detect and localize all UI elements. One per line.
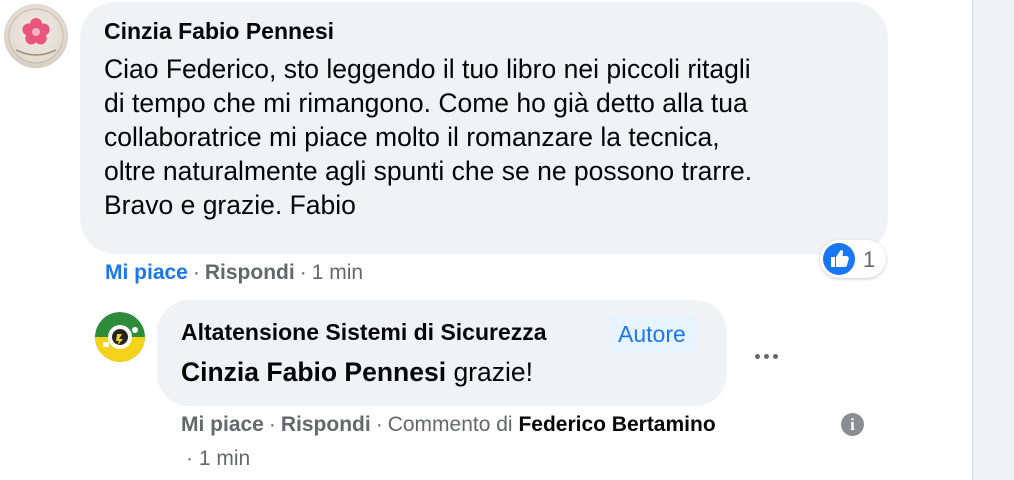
- reply-text: Cinzia Fabio Pennesi grazie!: [181, 357, 533, 388]
- comment-text-line: Ciao Federico, sto leggendo il tuo libro…: [104, 54, 751, 84]
- info-icon[interactable]: i: [841, 413, 864, 436]
- separator: ·: [375, 413, 383, 436]
- comment-text-line: di tempo che mi rimangono. Come ho già d…: [104, 88, 748, 118]
- like-button[interactable]: Mi piace: [181, 413, 264, 436]
- separator: ·: [192, 261, 200, 284]
- reply-button[interactable]: Rispondi: [281, 413, 371, 436]
- separator: ·: [268, 413, 276, 436]
- comment-by-name[interactable]: Federico Bertamino: [518, 413, 715, 436]
- timestamp[interactable]: 1 min: [199, 447, 250, 470]
- comment-text: Ciao Federico, sto leggendo il tuo libro…: [104, 52, 874, 222]
- reaction-count: 1: [863, 247, 876, 272]
- comment-by-label: Commento di: [387, 413, 513, 436]
- timestamp[interactable]: 1 min: [312, 261, 363, 284]
- reply-message: grazie!: [453, 357, 533, 387]
- company-logo-icon: [95, 312, 145, 362]
- more-options-icon: [754, 353, 760, 359]
- more-options-icon: [763, 353, 769, 359]
- reply-actions: Mi piace · Rispondi · Commento di Federico B…: [181, 413, 716, 437]
- more-options-button[interactable]: [748, 338, 784, 374]
- mention-link[interactable]: Cinzia Fabio Pennesi: [181, 357, 446, 387]
- comment-text-line: oltre naturalmente agli spunti che se ne…: [104, 156, 753, 186]
- profile-picture-icon: [8, 8, 64, 64]
- reply-author-name[interactable]: Altatensione Sistemi di Sicurezza: [181, 319, 547, 346]
- comment-text-line: Bravo e grazie. Fabio: [104, 190, 356, 220]
- comment-author-name[interactable]: Cinzia Fabio Pennesi: [104, 18, 334, 45]
- comment-actions: Mi piace · Rispondi · 1 min: [105, 261, 363, 285]
- thumbs-up-icon: [823, 243, 855, 275]
- avatar[interactable]: [4, 4, 68, 68]
- like-button[interactable]: Mi piace: [105, 261, 188, 284]
- reaction-summary[interactable]: 1: [820, 240, 886, 278]
- right-panel: [973, 0, 1014, 480]
- reply-button[interactable]: Rispondi: [205, 261, 295, 284]
- reply-timestamp: · 1 min: [186, 447, 250, 471]
- reply-avatar[interactable]: [95, 312, 145, 362]
- author-badge: Autore: [609, 316, 695, 352]
- comment-text-line: collaboratrice mi piace molto il romanza…: [104, 122, 720, 152]
- more-options-icon: [772, 353, 778, 359]
- separator: ·: [299, 261, 307, 284]
- separator: ·: [186, 447, 193, 470]
